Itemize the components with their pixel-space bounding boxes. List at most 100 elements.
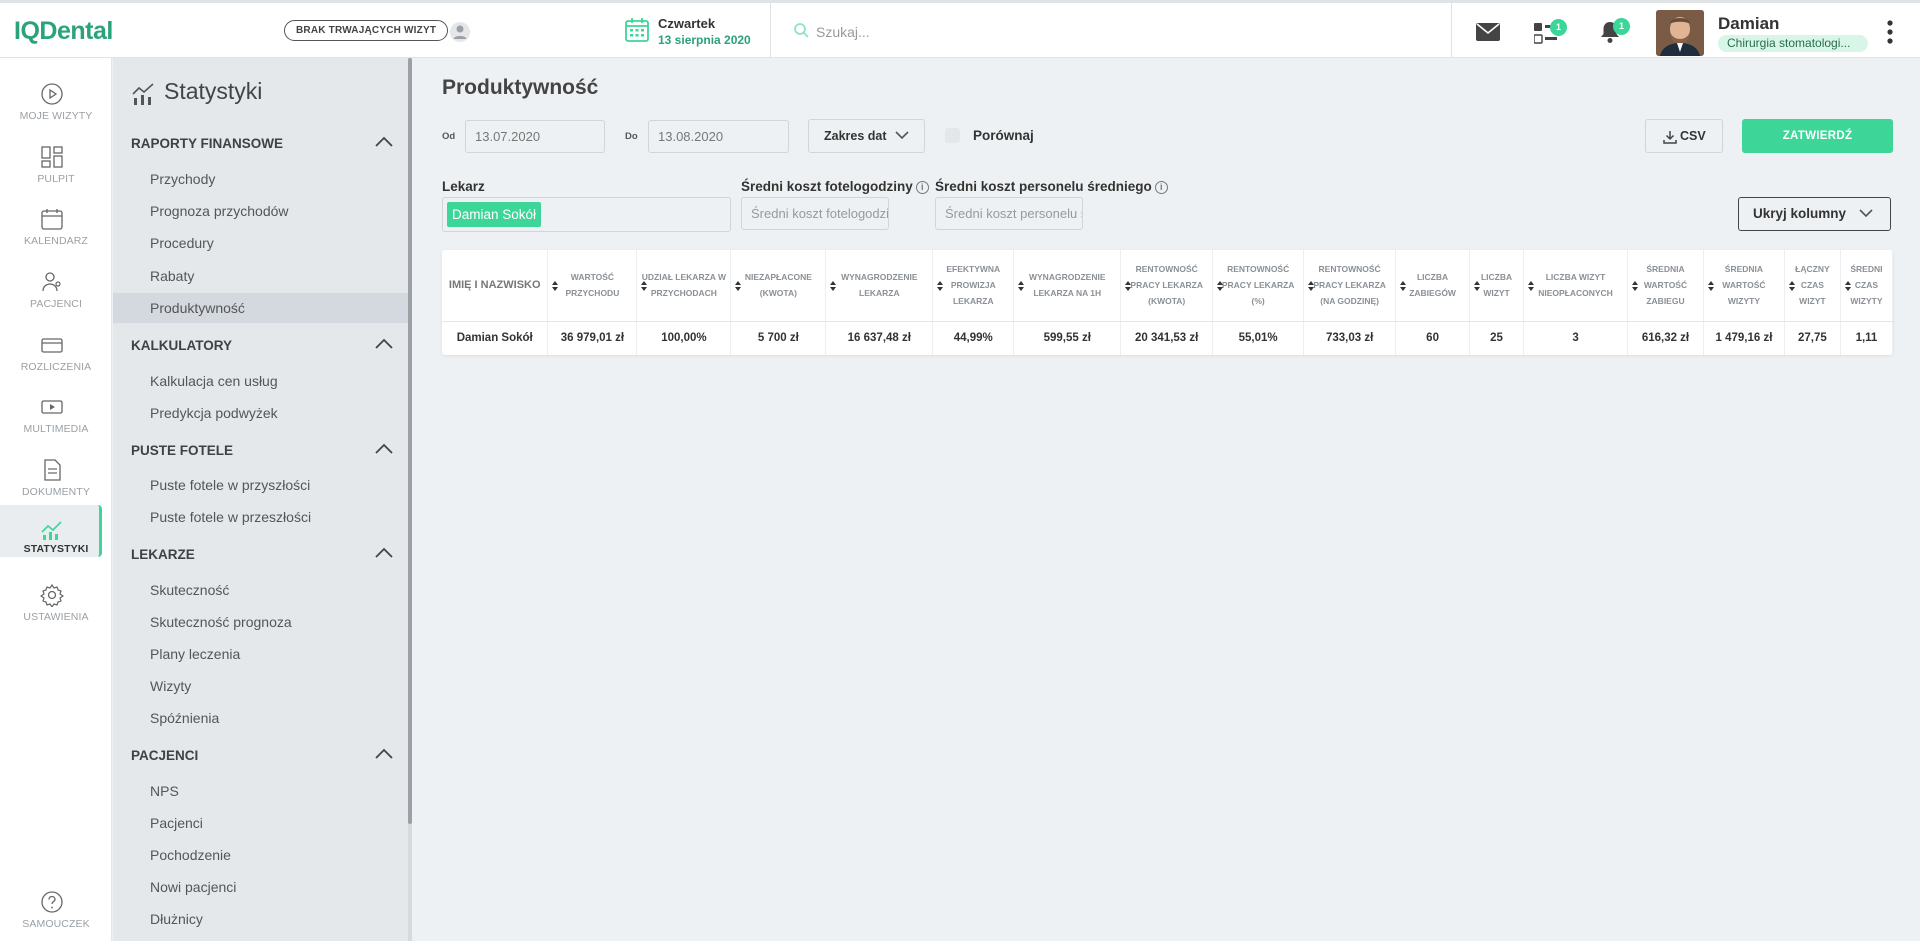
nav-my-visits[interactable]: MOJE WIZYTY — [0, 72, 102, 124]
column-header[interactable]: EFEKTYWNA PROWIZJA LEKARZA — [932, 250, 1015, 322]
sort-icon[interactable] — [1400, 281, 1407, 291]
hide-columns-button[interactable]: Ukryj kolumny — [1738, 197, 1891, 231]
sort-icon[interactable] — [735, 281, 742, 291]
gear-icon — [40, 583, 64, 607]
column-header[interactable]: IMIĘ I NAZWISKO — [442, 250, 549, 322]
user-name[interactable]: Damian — [1718, 14, 1779, 34]
staff-cost-label: Średni koszt personelu średniego i — [935, 179, 1168, 194]
nav-calendar[interactable]: KALENDARZ — [0, 197, 102, 249]
to-date-input[interactable]: 13.08.2020 — [648, 120, 789, 153]
link-new-patients[interactable]: Nowi pacjenci — [150, 879, 236, 895]
link-debtors[interactable]: Dłużnicy — [150, 911, 203, 927]
avatar[interactable] — [1656, 10, 1704, 56]
link-empty-chairs-past[interactable]: Puste fotele w przeszłości — [150, 509, 311, 525]
sort-icon[interactable] — [1217, 281, 1224, 291]
link-raise-prediction[interactable]: Predykcja podwyżek — [150, 405, 278, 421]
sort-icon[interactable] — [1474, 281, 1481, 291]
column-header[interactable]: NIEZAPŁACONE (KWOTA) — [730, 250, 827, 322]
search-input[interactable] — [816, 19, 1376, 45]
section-calculators[interactable]: KALKULATORY — [131, 338, 393, 353]
chevron-up-icon[interactable] — [375, 136, 393, 148]
sort-icon[interactable] — [830, 281, 837, 291]
nav-multimedia[interactable]: MULTIMEDIA — [0, 385, 102, 437]
compare-label[interactable]: Porównaj — [973, 128, 1034, 143]
info-icon[interactable]: i — [1154, 180, 1168, 194]
sort-icon[interactable] — [1528, 281, 1535, 291]
link-nps[interactable]: NPS — [150, 783, 179, 799]
link-origin[interactable]: Pochodzenie — [150, 847, 231, 863]
nav-statistics[interactable]: STATYSTYKI — [0, 505, 102, 557]
chevron-up-icon[interactable] — [375, 338, 393, 350]
chevron-up-icon[interactable] — [375, 443, 393, 455]
link-effectiveness-forecast[interactable]: Skuteczność prognoza — [150, 614, 292, 630]
chair-cost-input[interactable]: Średni koszt fotelogodziny — [741, 197, 889, 230]
table-row[interactable]: Damian Sokół 36 979,01 zł 100,00% 5 700 zł 1… — [442, 321, 1893, 355]
sort-icon[interactable] — [937, 281, 944, 291]
link-patients[interactable]: Pacjenci — [150, 815, 203, 831]
section-doctors[interactable]: LEKARZE — [131, 547, 393, 562]
column-header-label: RENTOWNOŚĆ PRACY LEKARZA (%) — [1221, 264, 1295, 307]
column-header[interactable]: RENTOWNOŚĆ PRACY LEKARZA (NA GODZINĘ) — [1303, 250, 1397, 322]
nav-settings[interactable]: USTAWIENIA — [0, 573, 102, 625]
no-visits-badge[interactable]: BRAK TRWAJĄCYCH WIZYT — [284, 20, 449, 41]
column-header[interactable]: ŁĄCZNY CZAS WIZYT — [1784, 250, 1841, 322]
link-treatment-plans[interactable]: Plany leczenia — [150, 646, 240, 662]
column-header[interactable]: WYNAGRODZENIE LEKARZA NA 1H — [1013, 250, 1122, 322]
compare-checkbox[interactable] — [945, 128, 960, 143]
link-revenue-forecast[interactable]: Prognoza przychodów — [150, 203, 289, 219]
link-productivity[interactable]: Produktywność — [113, 293, 411, 323]
column-header[interactable]: RENTOWNOŚĆ PRACY LEKARZA (%) — [1212, 250, 1305, 322]
section-patients[interactable]: PACJENCI — [131, 748, 393, 763]
column-header-label: WYNAGRODZENIE LEKARZA NA 1H — [1028, 272, 1106, 299]
column-header[interactable]: ŚREDNIA WARTOŚĆ ZABIEGU — [1627, 250, 1704, 322]
date-range-button[interactable]: Zakres dat — [808, 119, 925, 153]
link-effectiveness[interactable]: Skuteczność — [150, 582, 229, 598]
sort-icon[interactable] — [1632, 281, 1638, 291]
section-financial-reports[interactable]: RAPORTY FINANSOWE — [131, 136, 393, 151]
chevron-up-icon[interactable] — [375, 547, 393, 559]
column-header[interactable]: WYNAGRODZENIE LEKARZA — [825, 250, 934, 322]
link-revenue[interactable]: Przychody — [150, 171, 215, 187]
csv-button[interactable]: CSV — [1645, 119, 1723, 153]
link-delays[interactable]: Spóźnienia — [150, 710, 219, 726]
mail-icon[interactable] — [1476, 23, 1500, 41]
sort-icon[interactable] — [1018, 281, 1025, 291]
column-header[interactable]: WARTOŚĆ PRZYCHODU — [547, 250, 638, 322]
doctor-chip[interactable]: Damian Sokół — [447, 202, 542, 227]
column-header[interactable]: LICZBA WIZYT NIEOPŁACONYCH — [1523, 250, 1628, 322]
column-header[interactable]: UDZIAŁ LEKARZA W PRZYCHODACH — [636, 250, 732, 322]
submit-button[interactable]: ZATWIERDŹ — [1742, 119, 1893, 153]
sort-icon[interactable] — [1788, 281, 1795, 291]
nav-documents[interactable]: DOKUMENTY — [0, 448, 102, 500]
sort-icon[interactable] — [552, 281, 559, 291]
section-empty-chairs[interactable]: PUSTE FOTELE — [131, 443, 393, 458]
tasks-icon[interactable]: 1 — [1534, 19, 1567, 44]
nav-billing[interactable]: ROZLICZENIA — [0, 323, 102, 375]
info-icon[interactable]: i — [915, 180, 929, 194]
app-logo[interactable]: IQDental — [14, 17, 113, 46]
link-visits[interactable]: Wizyty — [150, 678, 191, 694]
link-empty-chairs-future[interactable]: Puste fotele w przyszłości — [150, 477, 310, 493]
link-price-calculation[interactable]: Kalkulacja cen usług — [150, 373, 278, 389]
from-date-input[interactable]: 13.07.2020 — [465, 120, 605, 153]
nav-dashboard[interactable]: PULPIT — [0, 135, 102, 187]
sort-icon[interactable] — [1844, 281, 1851, 291]
link-discounts[interactable]: Rabaty — [150, 268, 194, 284]
column-header[interactable]: RENTOWNOŚĆ PRACY LEKARZA (KWOTA) — [1120, 250, 1214, 322]
column-header[interactable]: LICZBA WIZYT — [1469, 250, 1525, 322]
bell-icon[interactable]: 1 — [1599, 18, 1630, 44]
sort-icon[interactable] — [641, 281, 648, 291]
nav-patients[interactable]: PACJENCI — [0, 260, 102, 312]
chevron-up-icon[interactable] — [375, 748, 393, 760]
column-header[interactable]: ŚREDNI CZAS WIZYTY — [1840, 250, 1893, 322]
staff-cost-input[interactable]: Średni koszt personelu średniego — [935, 197, 1083, 230]
sort-icon[interactable] — [1707, 281, 1714, 291]
column-header[interactable]: ŚREDNIA WARTOŚĆ WIZYTY — [1703, 250, 1785, 322]
link-procedures[interactable]: Procedury — [150, 235, 214, 251]
sort-icon[interactable] — [1125, 281, 1132, 291]
doctor-select[interactable]: Damian Sokół — [442, 197, 731, 232]
nav-tutorial[interactable]: SAMOUCZEK — [0, 880, 102, 932]
more-menu-icon[interactable] — [1886, 19, 1894, 45]
column-header[interactable]: LICZBA ZABIEGÓW — [1395, 250, 1471, 322]
sort-icon[interactable] — [1308, 281, 1315, 291]
